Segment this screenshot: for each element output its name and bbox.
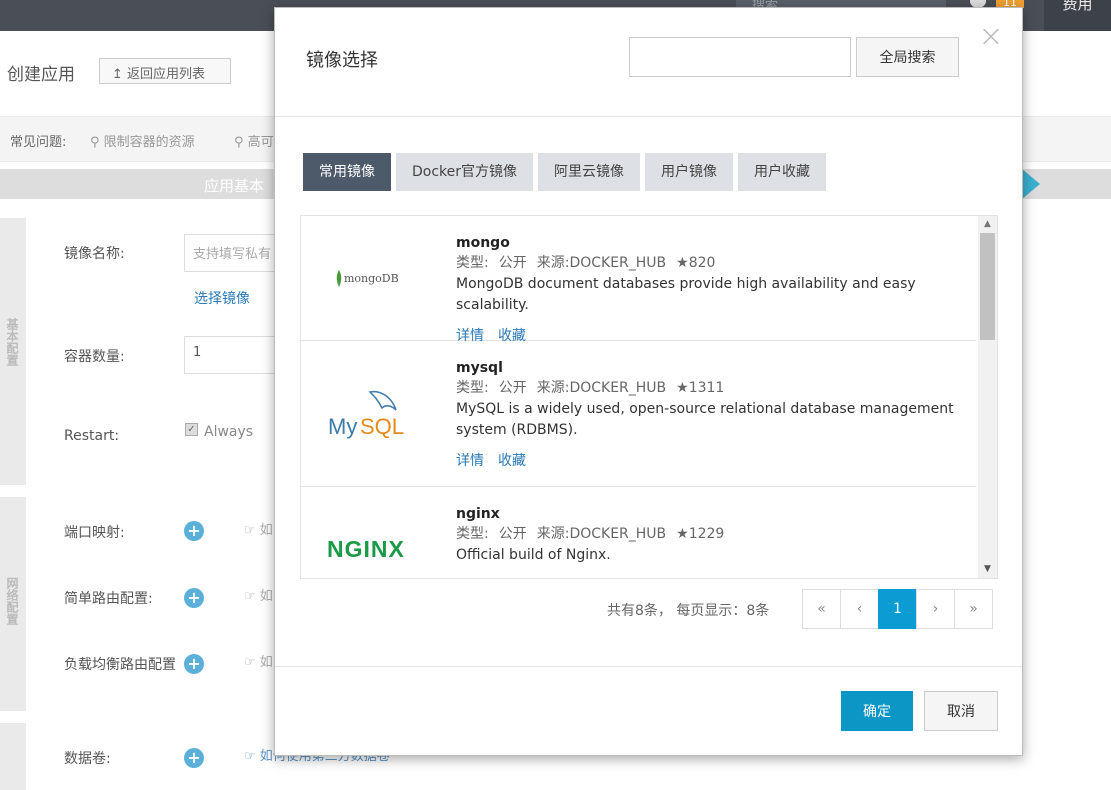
source-value: DOCKER_HUB xyxy=(569,380,667,396)
star-count: ★1229 xyxy=(676,526,725,542)
divider xyxy=(275,666,1022,667)
page-number-button[interactable]: 1 xyxy=(878,589,917,629)
first-page-button[interactable]: « xyxy=(802,589,841,629)
modal-title: 镜像选择 xyxy=(306,50,378,71)
tab-user-favorites[interactable]: 用户收藏 xyxy=(738,153,827,191)
source-label: 来源: xyxy=(536,526,570,542)
last-page-button[interactable]: » xyxy=(954,589,993,629)
source-value: DOCKER_HUB xyxy=(569,255,667,271)
cancel-button[interactable]: 取消 xyxy=(924,691,998,731)
detail-link[interactable]: 详情 xyxy=(456,453,484,469)
list-item: mongoDB mongo 类型: 公开 来源:DOCKER_HUB ★820 Mon… xyxy=(301,216,976,344)
image-description: Official build of Nginx. xyxy=(456,547,611,563)
list-item: My SQL mysql 类型: 公开 来源:DOCKER_HUB ★1311 MyS… xyxy=(301,341,976,487)
divider xyxy=(275,116,1022,117)
prev-page-button[interactable]: ‹ xyxy=(840,589,879,629)
close-icon[interactable]: × xyxy=(977,22,1005,52)
type-label: 类型: xyxy=(456,255,489,271)
svg-text:My: My xyxy=(328,414,357,439)
star-count: ★1311 xyxy=(676,380,725,396)
type-label: 类型: xyxy=(456,380,489,396)
type-label: 类型: xyxy=(456,526,489,542)
pagination-info: 共有8条， 每页显示：8条 xyxy=(607,603,770,619)
image-name: mysql xyxy=(456,360,503,376)
detail-link[interactable]: 详情 xyxy=(456,578,484,579)
image-name: nginx xyxy=(456,506,500,522)
mongodb-logo-icon: mongoDB xyxy=(301,216,441,340)
next-page-button[interactable]: › xyxy=(916,589,955,629)
type-value: 公开 xyxy=(498,255,527,271)
svg-text:mongoDB: mongoDB xyxy=(344,272,399,285)
nginx-logo-icon: NGINX xyxy=(301,487,441,578)
scroll-down-icon[interactable]: ▼ xyxy=(978,561,997,578)
image-description: MongoDB document databases provide high … xyxy=(456,276,916,313)
pagination: « ‹ 1 › » xyxy=(802,589,993,629)
image-description: MySQL is a widely used, open-source rela… xyxy=(456,401,954,438)
global-search-button[interactable]: 全局搜索 xyxy=(856,37,959,77)
source-label: 来源: xyxy=(536,255,570,271)
image-select-modal: 镜像选择 全局搜索 × 常用镜像 Docker官方镜像 阿里云镜像 用户镜像 用… xyxy=(274,7,1023,756)
svg-text:SQL: SQL xyxy=(360,414,404,439)
mysql-logo-icon: My SQL xyxy=(301,341,441,486)
list-item: NGINX nginx 类型: 公开 来源:DOCKER_HUB ★1229 Offi… xyxy=(301,487,976,579)
type-value: 公开 xyxy=(498,380,527,396)
source-value: DOCKER_HUB xyxy=(569,526,667,542)
svg-text:NGINX: NGINX xyxy=(327,536,405,561)
image-name: mongo xyxy=(456,235,510,251)
image-source-tabs: 常用镜像 Docker官方镜像 阿里云镜像 用户镜像 用户收藏 xyxy=(303,153,827,191)
image-list[interactable]: mongoDB mongo 类型: 公开 来源:DOCKER_HUB ★820 Mon… xyxy=(300,215,998,579)
tab-aliyun-images[interactable]: 阿里云镜像 xyxy=(538,153,641,191)
source-label: 来源: xyxy=(536,380,570,396)
list-scrollbar[interactable]: ▲ ▼ xyxy=(978,216,997,578)
favorite-link[interactable]: 收藏 xyxy=(498,578,526,579)
confirm-button[interactable]: 确定 xyxy=(841,691,913,731)
favorite-link[interactable]: 收藏 xyxy=(498,453,526,469)
tab-user-images[interactable]: 用户镜像 xyxy=(645,153,734,191)
type-value: 公开 xyxy=(498,526,527,542)
scroll-thumb[interactable] xyxy=(980,233,995,340)
scroll-up-icon[interactable]: ▲ xyxy=(978,216,997,233)
tab-docker-official[interactable]: Docker官方镜像 xyxy=(396,153,534,191)
star-count: ★820 xyxy=(676,255,716,271)
image-search-input[interactable] xyxy=(629,37,851,77)
tab-common-images[interactable]: 常用镜像 xyxy=(303,153,391,191)
